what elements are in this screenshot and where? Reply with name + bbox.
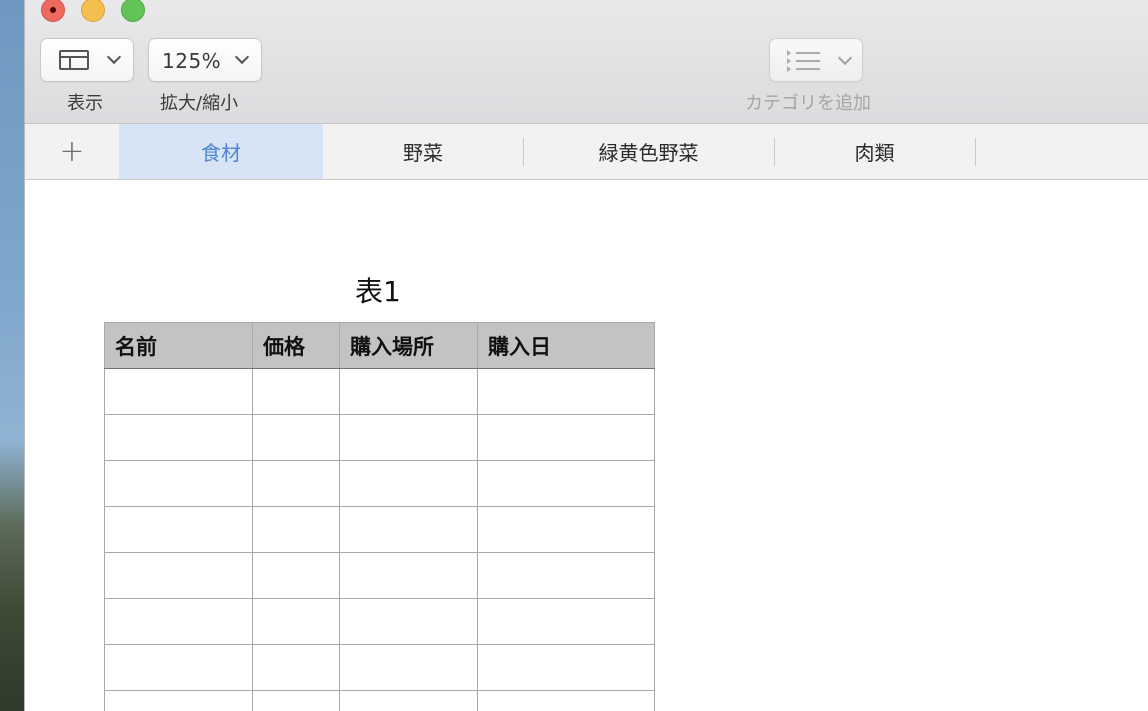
chevron-down-icon bbox=[234, 49, 250, 65]
table-cell[interactable] bbox=[104, 690, 253, 711]
header-row: 名前 価格 購入場所 購入日 bbox=[104, 322, 655, 369]
table-cell[interactable] bbox=[477, 506, 655, 553]
table-cell[interactable] bbox=[104, 598, 253, 645]
column-header-name[interactable]: 名前 bbox=[104, 322, 253, 369]
table-cell[interactable] bbox=[252, 368, 340, 415]
table-row bbox=[104, 552, 655, 599]
table-row bbox=[104, 598, 655, 645]
table-cell[interactable] bbox=[104, 368, 253, 415]
tab-sheet-2[interactable]: 野菜 bbox=[323, 124, 523, 179]
zoom-menu-button[interactable]: 125% bbox=[148, 38, 262, 82]
tab-sheet-1[interactable]: 食材 bbox=[119, 124, 323, 179]
table-cell[interactable] bbox=[339, 506, 478, 553]
table-cell[interactable] bbox=[339, 368, 478, 415]
chevron-down-icon bbox=[106, 49, 122, 65]
table-row bbox=[104, 644, 655, 691]
table-row bbox=[104, 414, 655, 461]
table-cell[interactable] bbox=[252, 598, 340, 645]
table-cell[interactable] bbox=[339, 690, 478, 711]
column-header-place[interactable]: 購入場所 bbox=[339, 322, 478, 369]
table-cell[interactable] bbox=[104, 644, 253, 691]
close-window-button[interactable] bbox=[41, 0, 65, 22]
table-cell[interactable] bbox=[339, 552, 478, 599]
table-cell[interactable] bbox=[104, 506, 253, 553]
tab-sheet-3[interactable]: 緑黄色野菜 bbox=[523, 124, 774, 179]
zoom-window-button[interactable] bbox=[121, 0, 145, 22]
table-cell[interactable] bbox=[477, 460, 655, 507]
table-cell[interactable] bbox=[477, 414, 655, 461]
table-row bbox=[104, 690, 655, 711]
table-cell[interactable] bbox=[477, 690, 655, 711]
table-cell[interactable] bbox=[104, 460, 253, 507]
table-cell[interactable] bbox=[339, 644, 478, 691]
sheet-tab-bar: + 食材 野菜 緑黄色野菜 肉類 bbox=[25, 124, 1148, 180]
table-cell[interactable] bbox=[477, 644, 655, 691]
column-header-price[interactable]: 価格 bbox=[252, 322, 340, 369]
numbers-window: 表示 125% 拡大/縮小 カテゴリを追加 + 食材 野菜 緑黄色野菜 肉類 表… bbox=[24, 0, 1148, 711]
sheet-canvas: 表1 名前 価格 購入場所 購入日 bbox=[25, 180, 1148, 711]
table-cell[interactable] bbox=[477, 598, 655, 645]
list-icon bbox=[787, 50, 821, 72]
table-row bbox=[104, 368, 655, 415]
table-cell[interactable] bbox=[252, 460, 340, 507]
column-header-date[interactable]: 購入日 bbox=[477, 322, 655, 369]
table-cell[interactable] bbox=[339, 460, 478, 507]
desktop-wallpaper bbox=[0, 0, 24, 711]
chevron-down-icon bbox=[837, 50, 853, 66]
table-cell[interactable] bbox=[252, 644, 340, 691]
table-cell[interactable] bbox=[339, 414, 478, 461]
zoom-label: 拡大/縮小 bbox=[160, 93, 239, 114]
table-row bbox=[104, 460, 655, 507]
add-category-label: カテゴリを追加 bbox=[745, 93, 871, 114]
toolbar: 表示 125% 拡大/縮小 カテゴリを追加 bbox=[25, 0, 1148, 124]
add-category-button[interactable] bbox=[769, 38, 863, 82]
table-cell[interactable] bbox=[252, 506, 340, 553]
sidebar-layout-icon bbox=[59, 50, 89, 70]
table-cell[interactable] bbox=[477, 552, 655, 599]
table-title[interactable]: 表1 bbox=[355, 270, 401, 310]
minimize-window-button[interactable] bbox=[81, 0, 105, 22]
tab-sheet-4[interactable]: 肉類 bbox=[774, 124, 975, 179]
table-cell[interactable] bbox=[252, 552, 340, 599]
table-cell[interactable] bbox=[252, 414, 340, 461]
view-label: 表示 bbox=[67, 93, 103, 114]
table-cell[interactable] bbox=[339, 598, 478, 645]
data-table: 名前 価格 購入場所 購入日 bbox=[104, 322, 655, 711]
tab-divider bbox=[975, 138, 976, 166]
table-cell[interactable] bbox=[104, 552, 253, 599]
view-menu-button[interactable] bbox=[40, 38, 134, 82]
table-cell[interactable] bbox=[477, 368, 655, 415]
zoom-value: 125% bbox=[162, 49, 222, 73]
table-cell[interactable] bbox=[104, 414, 253, 461]
table-cell[interactable] bbox=[252, 690, 340, 711]
table-row bbox=[104, 506, 655, 553]
add-sheet-button[interactable]: + bbox=[25, 124, 119, 179]
